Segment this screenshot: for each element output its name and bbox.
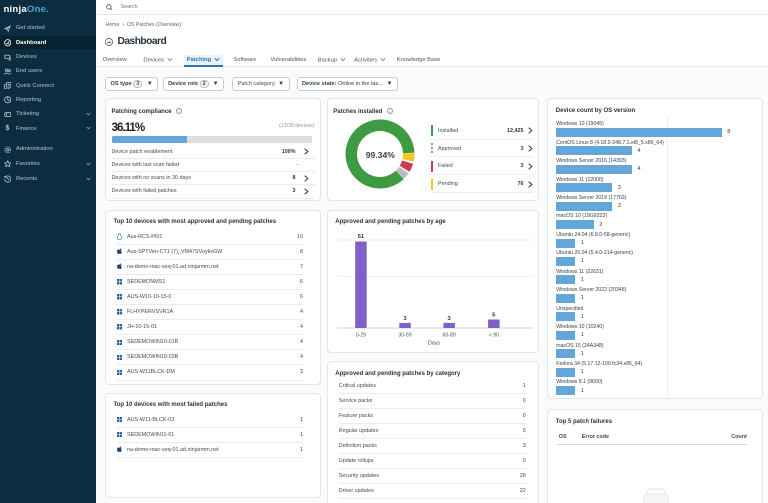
svg-text:3: 3: [447, 316, 450, 322]
svg-text:> 90: > 90: [488, 332, 498, 338]
svg-text:51: 51: [357, 234, 364, 240]
svg-text:30-59: 30-59: [398, 332, 411, 338]
svg-text:0-29: 0-29: [356, 332, 366, 338]
svg-text:3: 3: [403, 316, 406, 322]
svg-text:60-89: 60-89: [442, 332, 455, 338]
svg-text:Days: Days: [428, 340, 441, 346]
svg-text:5: 5: [492, 312, 496, 318]
